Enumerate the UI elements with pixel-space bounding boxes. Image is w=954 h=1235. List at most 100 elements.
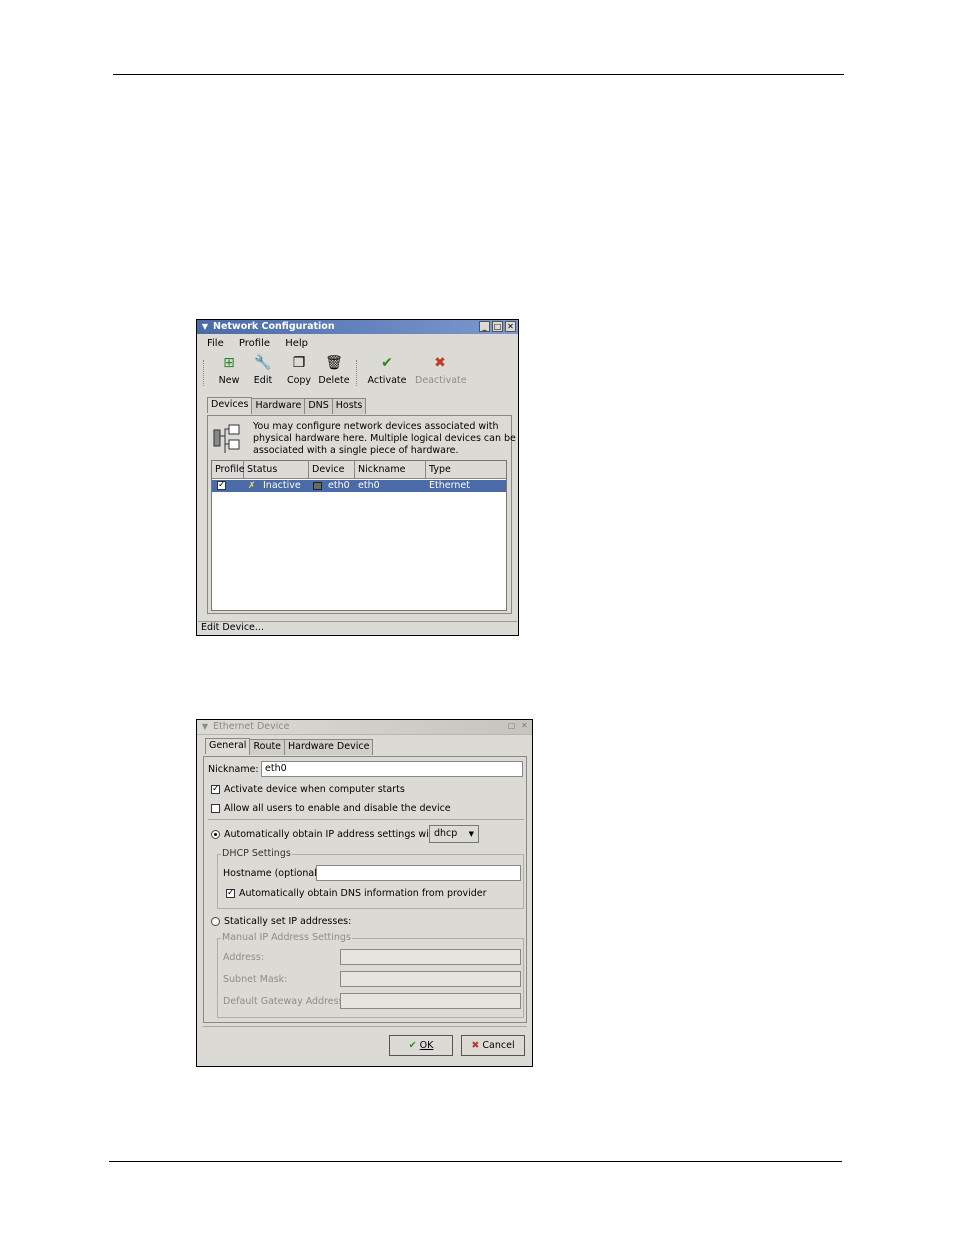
separator [208, 819, 524, 820]
header-rule [113, 74, 844, 75]
x-icon: ✖ [434, 355, 446, 371]
address-label: Address: [223, 952, 265, 963]
checkmark-icon: ✔ [381, 355, 393, 371]
tab-general[interactable]: General [205, 738, 251, 754]
new-button[interactable]: ⊞ New [211, 354, 247, 386]
tab-devices[interactable]: Devices [207, 397, 253, 413]
network-card-icon [313, 482, 322, 490]
deactivate-button[interactable]: ✖ Deactivate [415, 354, 467, 386]
window-menu-arrow-icon[interactable]: ▼ [200, 322, 210, 332]
ok-button[interactable]: ✔ OK [389, 1035, 453, 1056]
column-profile[interactable]: Profile [212, 461, 245, 478]
toolbar: ⊞ New 🔧 Edit ❐ Copy 🗑 Delete ✔ Activate … [203, 354, 512, 392]
tab-route[interactable]: Route [249, 739, 286, 755]
nickname-label: Nickname: [208, 764, 259, 775]
network-window-title: Network Configuration [213, 321, 335, 332]
ok-label: OK [419, 1040, 434, 1051]
hostname-input[interactable] [316, 865, 521, 881]
activate-label: Activate [367, 375, 407, 386]
menu-file[interactable]: File [207, 338, 224, 349]
copy-label: Copy [286, 375, 312, 386]
copy-icon: ❐ [292, 355, 306, 371]
activate-button[interactable]: ✔ Activate [367, 354, 407, 386]
static-ip-label: Statically set IP addresses: [224, 916, 352, 927]
static-ip-radio[interactable] [211, 917, 220, 926]
ip-method-select[interactable]: dhcp ▼ [429, 825, 479, 843]
activate-on-start-label: Activate device when computer starts [224, 784, 405, 795]
tab-dns[interactable]: DNS [304, 398, 333, 414]
ok-check-icon: ✔ [408, 1040, 417, 1051]
edit-button[interactable]: 🔧 Edit [245, 354, 281, 386]
close-icon[interactable]: ✕ [505, 321, 516, 332]
copy-button[interactable]: ❐ Copy [281, 354, 317, 386]
ethernet-device-window: ▼ Ethernet Device □ ✕ General Route Hard… [196, 719, 533, 1067]
table-header: Profile Status Device Nickname Type [212, 461, 506, 479]
tab-hosts[interactable]: Hosts [331, 398, 367, 414]
new-icon: ⊞ [223, 355, 235, 371]
menu-bar: File Profile Help [207, 338, 320, 349]
status-icon: ✗ [248, 481, 256, 491]
close-icon[interactable]: ✕ [519, 721, 530, 732]
dhcp-settings-group: DHCP Settings Hostname (optional): ✓ Aut… [217, 848, 524, 909]
chevron-down-icon: ▼ [468, 830, 474, 838]
devices-description-line-1: You may configure network devices associ… [253, 421, 499, 432]
new-label: New [218, 375, 240, 386]
auto-dns-label: Automatically obtain DNS information fro… [239, 888, 487, 899]
row-nickname: eth0 [358, 480, 380, 491]
delete-button[interactable]: 🗑 Delete [316, 354, 352, 386]
allow-users-checkbox[interactable] [211, 804, 220, 813]
deactivate-label: Deactivate [415, 375, 467, 386]
gateway-label: Default Gateway Address: [223, 996, 347, 1007]
address-input[interactable] [340, 949, 521, 965]
edit-wrench-icon: 🔧 [254, 355, 272, 371]
nickname-input[interactable]: eth0 [261, 761, 523, 777]
devices-table: Profile Status Device Nickname Type ✓ ✗ … [211, 460, 507, 611]
column-device[interactable]: Device [309, 461, 355, 478]
activate-on-start-checkbox[interactable]: ✓ [211, 785, 220, 794]
hostname-label: Hostname (optional): [223, 868, 324, 879]
column-type[interactable]: Type [426, 461, 506, 478]
table-row[interactable]: ✓ ✗ Inactive eth0 eth0 Ethernet [212, 480, 506, 492]
network-title-bar[interactable]: ▼ Network Configuration _ □ ✕ [197, 320, 518, 334]
network-tabs: Devices Hardware DNS Hosts [207, 397, 367, 414]
row-status: Inactive [263, 480, 301, 491]
menu-profile[interactable]: Profile [239, 338, 270, 349]
footer-rule [109, 1161, 842, 1162]
dhcp-settings-title: DHCP Settings [221, 848, 292, 859]
auto-ip-radio[interactable] [211, 830, 220, 839]
allow-users-label: Allow all users to enable and disable th… [224, 803, 451, 814]
subnet-mask-label: Subnet Mask: [223, 974, 288, 985]
trash-icon: 🗑 [325, 355, 343, 371]
devices-panel: You may configure network devices associ… [207, 415, 516, 614]
devices-icon [212, 422, 242, 456]
minimize-icon[interactable]: _ [479, 321, 490, 332]
row-device: eth0 [328, 480, 350, 491]
profile-checkbox[interactable]: ✓ [217, 481, 226, 490]
cancel-label: Cancel [482, 1040, 515, 1051]
gateway-input[interactable] [340, 993, 521, 1009]
devices-description-line-3: associated with a single piece of hardwa… [253, 445, 459, 456]
ip-method-value: dhcp [434, 828, 458, 839]
cancel-button[interactable]: ✖ Cancel [461, 1035, 525, 1056]
manual-ip-title: Manual IP Address Settings [221, 932, 352, 943]
ethernet-tabs: General Route Hardware Device [205, 738, 374, 755]
menu-help[interactable]: Help [285, 338, 308, 349]
maximize-icon[interactable]: □ [506, 721, 517, 732]
column-nickname[interactable]: Nickname [355, 461, 426, 478]
button-separator [203, 1026, 527, 1027]
auto-dns-checkbox[interactable]: ✓ [226, 889, 235, 898]
devices-description-line-2: physical hardware here. Multiple logical… [253, 433, 516, 444]
manual-ip-group: Manual IP Address Settings Address: Subn… [217, 932, 524, 1018]
window-menu-arrow-icon[interactable]: ▼ [200, 722, 210, 732]
network-configuration-window: ▼ Network Configuration _ □ ✕ File Profi… [196, 319, 519, 636]
tab-hardware[interactable]: Hardware [251, 398, 306, 414]
toolbar-grip-2[interactable] [356, 360, 360, 386]
tab-hardware-device[interactable]: Hardware Device [284, 739, 374, 755]
general-panel: Nickname: eth0 ✓ Activate device when co… [203, 756, 527, 1023]
toolbar-grip[interactable] [203, 360, 207, 386]
subnet-mask-input[interactable] [340, 971, 521, 987]
maximize-icon[interactable]: □ [492, 321, 503, 332]
status-bar: Edit Device... [198, 621, 517, 634]
ethernet-title-bar[interactable]: ▼ Ethernet Device □ ✕ [197, 720, 532, 735]
column-status[interactable]: Status [244, 461, 309, 478]
